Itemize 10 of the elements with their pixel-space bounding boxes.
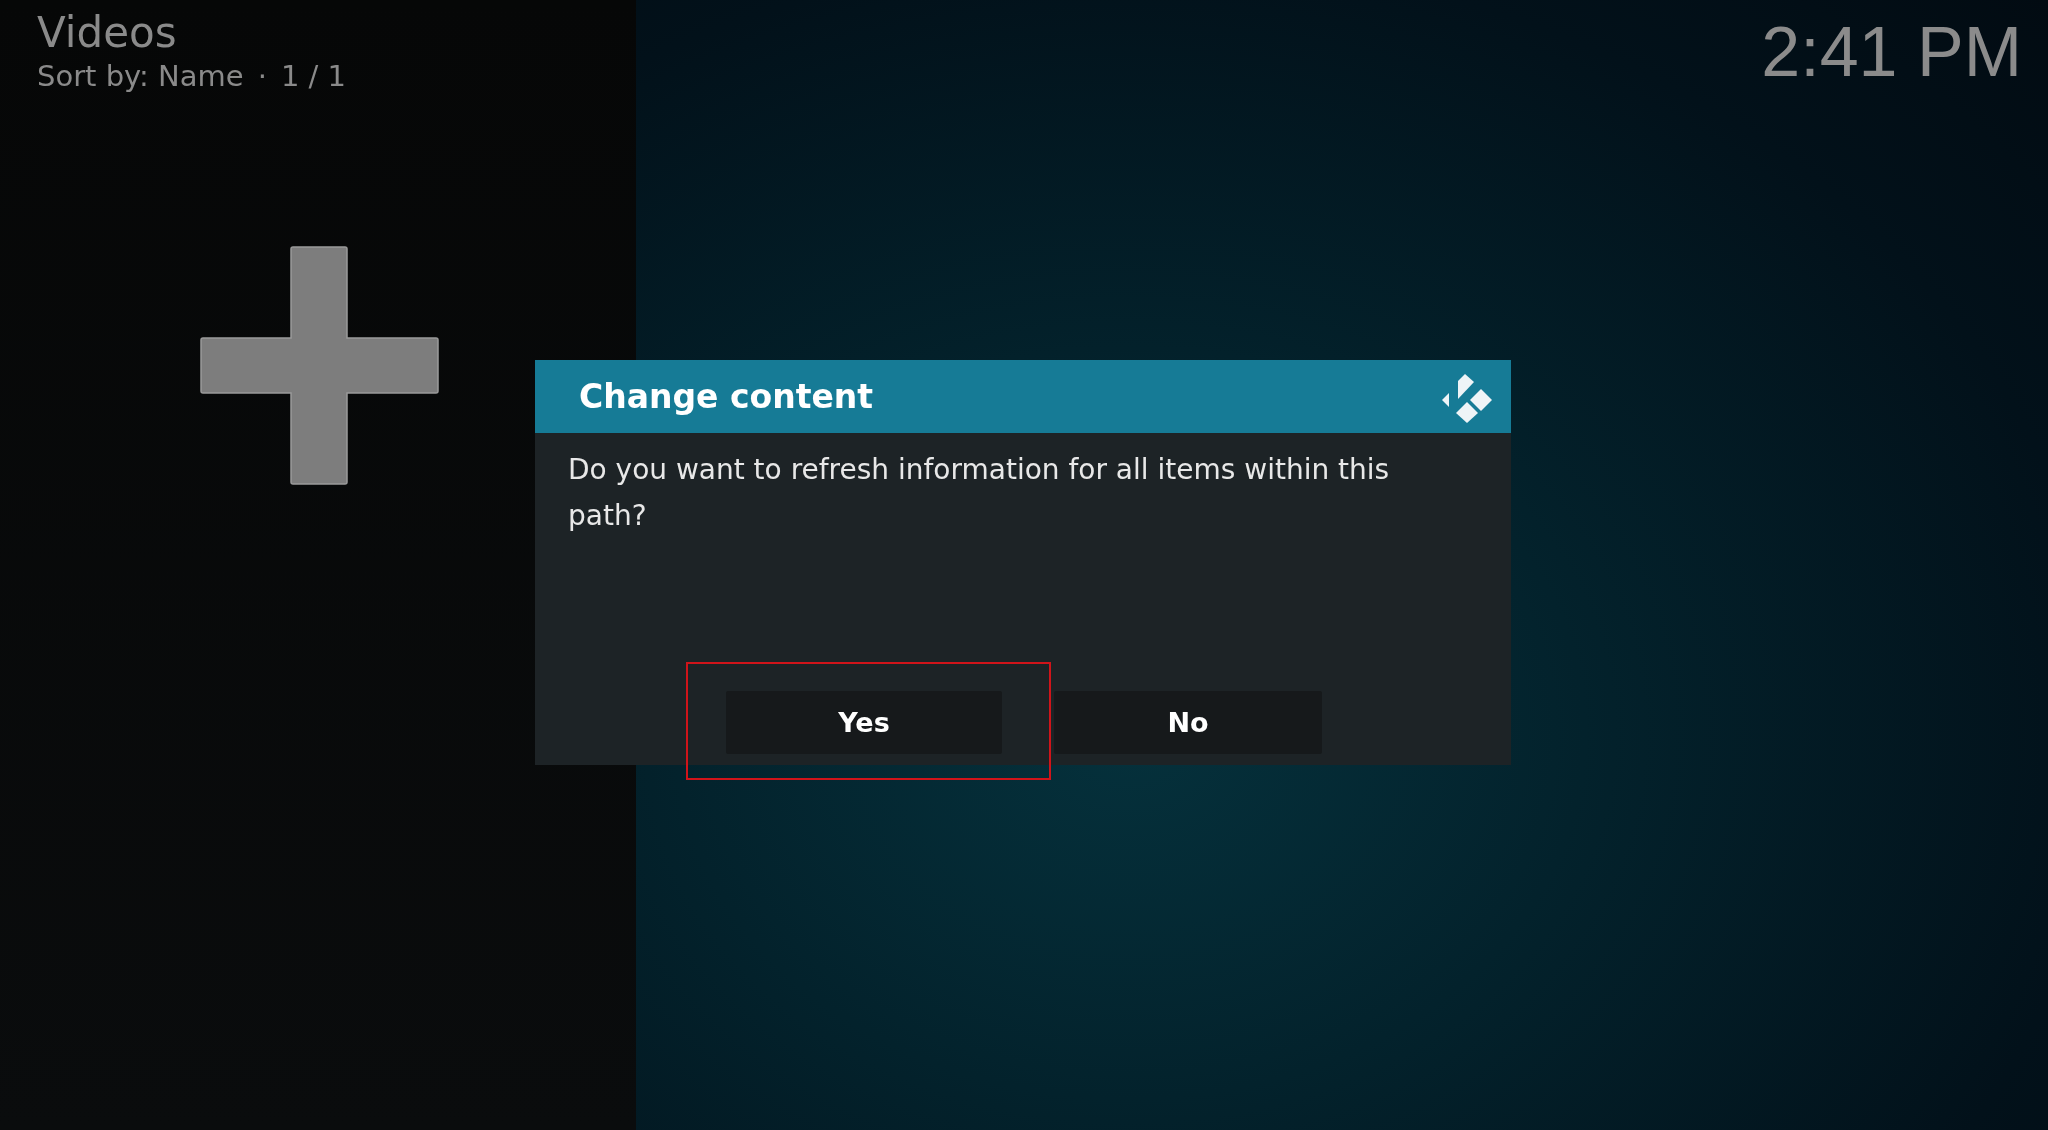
page-title: Videos <box>37 8 178 58</box>
separator-dot: · <box>257 58 267 94</box>
dialog-button[interactable]: No <box>1054 691 1322 754</box>
sort-label: Sort by: Name <box>37 58 244 94</box>
plus-icon[interactable] <box>200 246 439 485</box>
clock: 2:41 PM <box>1761 12 2022 92</box>
dialog-title: Change content <box>579 377 874 416</box>
dialog-message: Do you want to refresh information for all items within this path? <box>568 452 1391 534</box>
dialog-button[interactable]: Yes <box>726 691 1002 754</box>
page-count: 1 / 1 <box>280 58 346 94</box>
